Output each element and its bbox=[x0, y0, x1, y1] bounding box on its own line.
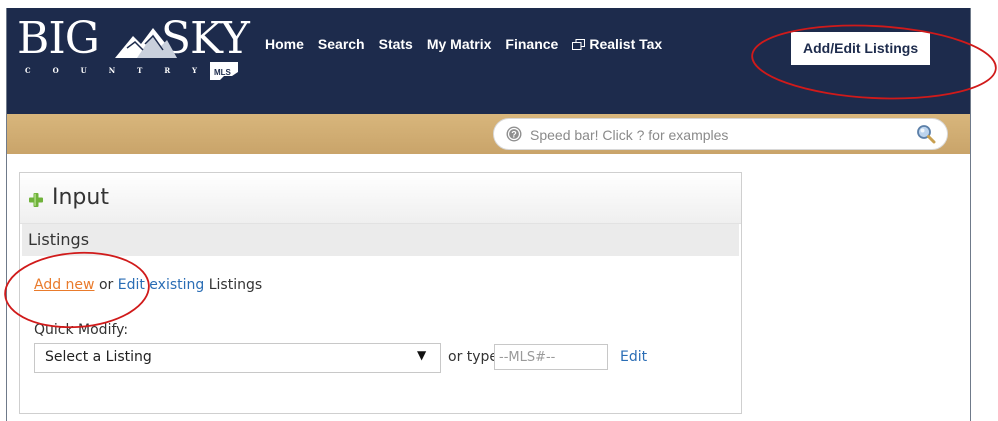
listing-links-row: Add new or Edit existing Listings bbox=[34, 277, 262, 293]
nav-realist-tax[interactable]: Realist Tax bbox=[572, 36, 662, 52]
frame-border-left bbox=[6, 8, 7, 421]
listings-text: Listings bbox=[208, 277, 263, 293]
panel-header: Input bbox=[20, 173, 741, 224]
speed-bar-input[interactable] bbox=[528, 123, 902, 147]
nav-realist-tax-label: Realist Tax bbox=[589, 36, 663, 52]
nav-home[interactable]: Home bbox=[265, 36, 304, 52]
nav-add-edit-listings[interactable]: Add/Edit Listings bbox=[791, 32, 931, 65]
magnifier-icon[interactable] bbox=[916, 124, 936, 144]
nav-stats[interactable]: Stats bbox=[379, 36, 413, 52]
speed-bar: ? bbox=[493, 118, 948, 150]
edit-existing-link[interactable]: Edit existing bbox=[118, 277, 205, 293]
external-window-icon bbox=[572, 38, 586, 50]
frame-border-right bbox=[970, 8, 971, 421]
mls-text: MLS bbox=[214, 68, 232, 77]
listing-select[interactable]: Select a Listing ▼ bbox=[34, 343, 441, 373]
input-panel: Input Listings Add new or Edit existing … bbox=[19, 172, 742, 414]
big-sky-logo[interactable]: BIG SKY COUNTRY MLS bbox=[17, 14, 257, 84]
edit-link[interactable]: Edit bbox=[620, 349, 647, 365]
svg-text:?: ? bbox=[511, 130, 517, 140]
nav-finance[interactable]: Finance bbox=[505, 36, 558, 52]
quick-modify-label: Quick Modify: bbox=[34, 322, 129, 338]
plus-icon bbox=[29, 193, 43, 207]
listing-select-value: Select a Listing bbox=[45, 349, 152, 365]
or-type-label: or type bbox=[448, 349, 499, 365]
listings-section-header: Listings bbox=[22, 224, 739, 256]
main-nav: Home Search Stats My Matrix Finance Real… bbox=[265, 36, 676, 52]
dropdown-arrow-icon: ▼ bbox=[417, 348, 427, 362]
section-title: Listings bbox=[28, 230, 90, 249]
nav-my-matrix[interactable]: My Matrix bbox=[427, 36, 492, 52]
top-header: BIG SKY COUNTRY MLS Home Search Stats My … bbox=[7, 8, 970, 114]
mountain-icon bbox=[115, 28, 177, 58]
montana-mls-icon: MLS bbox=[210, 62, 238, 80]
or-text: or bbox=[98, 277, 114, 293]
logo-country-text: COUNTRY bbox=[25, 66, 219, 75]
nav-search[interactable]: Search bbox=[318, 36, 365, 52]
help-circle-icon[interactable]: ? bbox=[506, 126, 522, 142]
mls-number-input[interactable] bbox=[494, 344, 608, 370]
panel-title: Input bbox=[52, 185, 109, 210]
add-new-link[interactable]: Add new bbox=[34, 277, 95, 293]
